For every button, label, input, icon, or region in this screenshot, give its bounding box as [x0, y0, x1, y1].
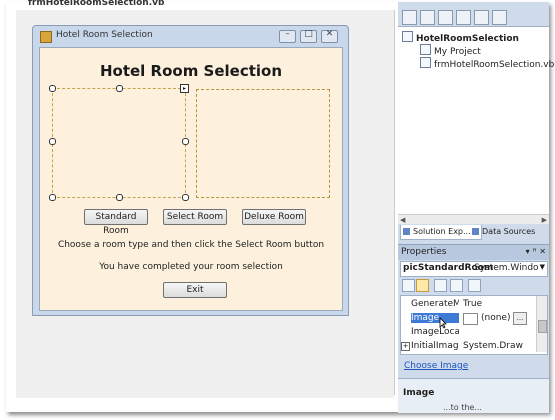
chevron-down-icon[interactable]: ▼ [540, 263, 545, 271]
panel-tabs: Solution Exp... Data Sources [398, 224, 549, 242]
form-title-bar[interactable]: Hotel Room Selection – □ ✕ [37, 28, 343, 45]
show-all-files-icon[interactable] [420, 10, 435, 25]
view-designer-icon[interactable] [474, 10, 489, 25]
solution-toolbar [398, 10, 549, 26]
object-selector[interactable]: picStandardRoom System.Windows.Forms.Pic… [400, 261, 548, 277]
events-icon[interactable] [450, 279, 463, 292]
pic-deluxe-room[interactable] [196, 89, 330, 198]
close-icon: ✕ [325, 29, 334, 39]
tree-item-my-project[interactable]: My Project [420, 44, 481, 57]
minimize-button[interactable]: – [279, 29, 296, 43]
properties-view-icon[interactable] [434, 279, 447, 292]
form-app-icon [40, 31, 52, 43]
properties-toolbar [400, 278, 548, 294]
minimize-icon: – [285, 29, 290, 39]
alphabetical-icon[interactable] [416, 279, 429, 292]
resize-handle[interactable] [49, 138, 56, 145]
document-tab[interactable]: frmHotelRoomSelection.vb [28, 0, 178, 8]
scroll-right-icon[interactable]: ▶ [542, 216, 547, 224]
pic-standard-room[interactable] [52, 88, 186, 198]
properties-title: Properties [401, 247, 447, 257]
form-window-title: Hotel Room Selection [56, 30, 153, 40]
property-grid: GenerateMember True Image (none) ... Ima… [400, 295, 548, 355]
property-row[interactable]: GenerateMember True [401, 298, 531, 311]
ellipsis-button[interactable]: ... [513, 312, 527, 325]
class-diagram-icon[interactable] [492, 10, 507, 25]
resize-handle[interactable] [116, 85, 123, 92]
standard-room-button[interactable]: Standard Room [84, 209, 148, 236]
project-icon [402, 31, 413, 42]
tab-data-sources[interactable]: Data Sources [470, 225, 554, 239]
categorized-icon[interactable] [402, 279, 415, 292]
property-pages-icon[interactable] [468, 279, 481, 292]
property-row[interactable]: + InitialImage System.Drawing.Bitmap [401, 340, 531, 353]
properties-header: Properties ▾ ꟸ ✕ [398, 244, 549, 260]
form-icon [420, 57, 431, 68]
completed-label: You have completed your room selection [99, 262, 283, 272]
choose-image-link[interactable]: Choose Image [404, 361, 468, 371]
tree-item-project[interactable]: HotelRoomSelection [402, 31, 519, 44]
resize-handle[interactable] [182, 194, 189, 201]
resize-handle[interactable] [49, 85, 56, 92]
maximize-button[interactable]: □ [300, 29, 317, 43]
deluxe-room-button[interactable]: Deluxe Room [242, 209, 306, 225]
scroll-thumb[interactable] [538, 320, 547, 333]
exit-button[interactable]: Exit [163, 282, 227, 298]
data-sources-icon [472, 228, 479, 235]
view-code-icon[interactable] [456, 10, 471, 25]
solution-icon [403, 228, 410, 235]
refresh-icon[interactable] [438, 10, 453, 25]
properties-icon[interactable] [402, 10, 417, 25]
property-row[interactable]: ImageLocation [401, 326, 531, 339]
close-button[interactable]: ✕ [321, 29, 338, 43]
description-text: ...to the... [443, 403, 482, 412]
property-row-image[interactable]: Image (none) ... [401, 312, 531, 325]
maximize-icon: □ [304, 29, 313, 39]
right-panels: HotelRoomSelection My Project frmHotelRo… [398, 2, 554, 413]
designer-bottom [16, 392, 394, 398]
folder-icon [420, 44, 431, 55]
description-title: Image [403, 388, 435, 398]
resize-handle[interactable] [182, 138, 189, 145]
object-type: System.Windows.Forms.PictureBox [474, 263, 538, 273]
property-description: Image ...to the... [398, 378, 549, 413]
smart-tag-icon[interactable]: ▸ [180, 84, 189, 93]
solution-tree: HotelRoomSelection My Project frmHotelRo… [398, 26, 554, 215]
scroll-left-icon[interactable]: ◀ [400, 216, 405, 224]
instructions-label: Choose a room type and then click the Se… [57, 240, 325, 250]
property-grid-scrollbar[interactable] [536, 296, 547, 352]
resize-handle[interactable] [116, 194, 123, 201]
image-swatch [463, 313, 478, 325]
form-client-area[interactable]: Hotel Room Selection ▸ Standard Room Sel… [39, 47, 343, 311]
mouse-pointer-icon [439, 317, 447, 329]
form-window[interactable]: Hotel Room Selection – □ ✕ Hotel Room Se… [32, 25, 349, 316]
properties-window-controls[interactable]: ▾ ꟸ ✕ [526, 247, 546, 256]
expand-icon[interactable]: + [401, 342, 410, 351]
form-heading: Hotel Room Selection [99, 62, 283, 80]
select-room-button[interactable]: Select Room [163, 209, 227, 225]
tree-item-form-file[interactable]: frmHotelRoomSelection.vb [420, 57, 554, 70]
resize-handle[interactable] [49, 194, 56, 201]
